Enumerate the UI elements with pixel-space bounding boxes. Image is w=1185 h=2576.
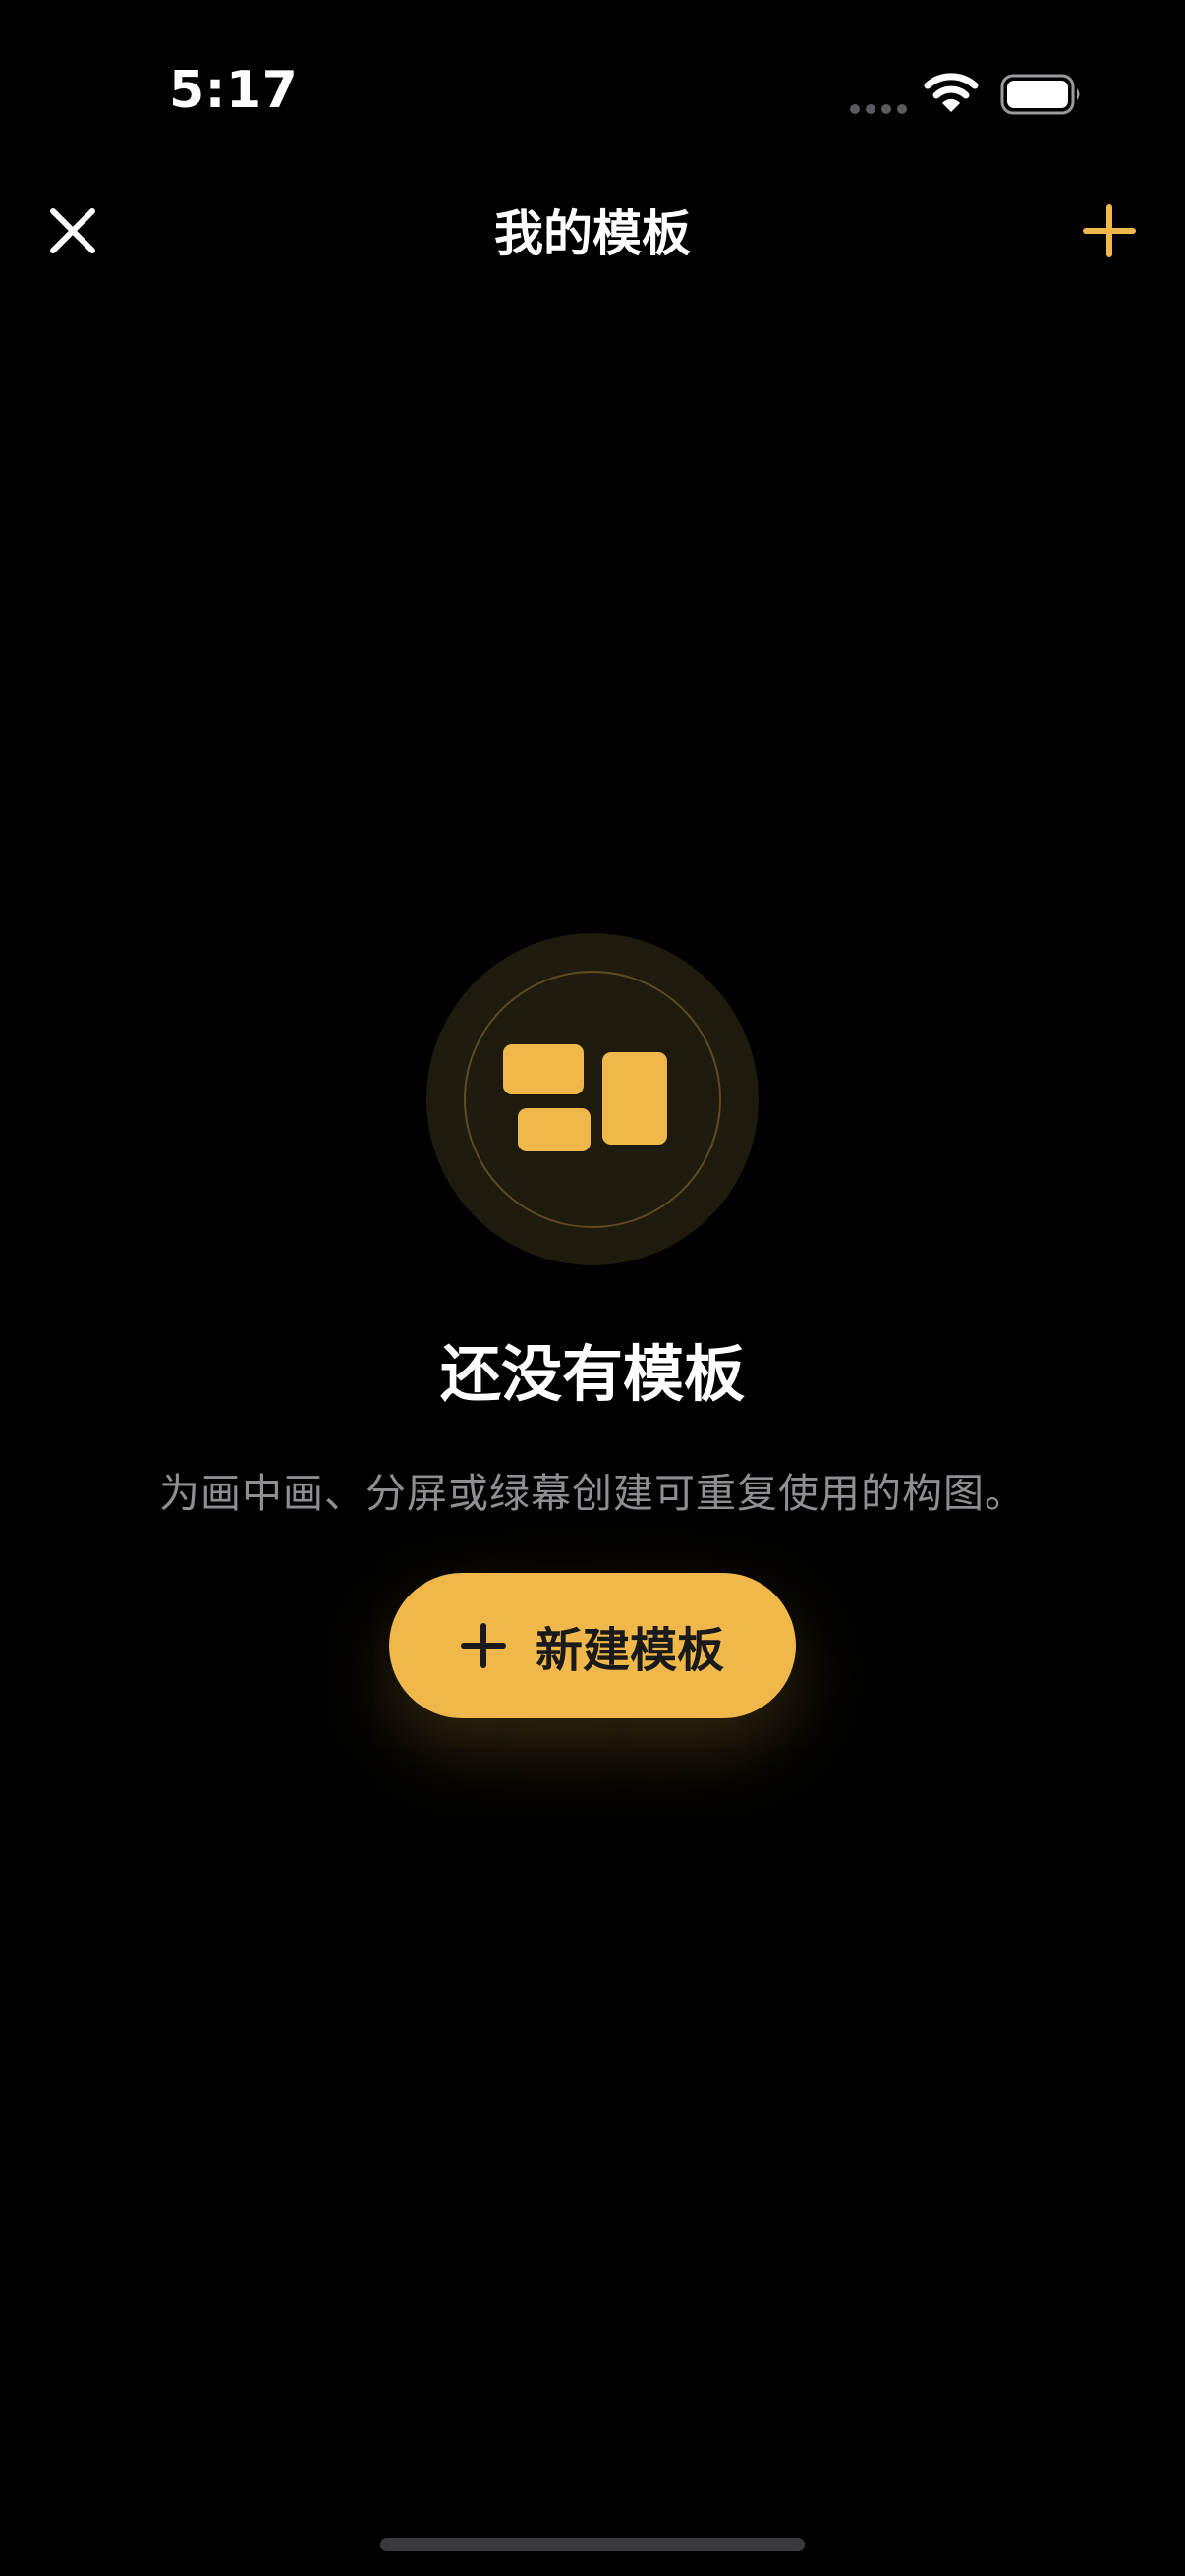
empty-state-title: 还没有模板 xyxy=(439,1338,745,1410)
empty-state-description: 为画中画、分屏或绿幕创建可重复使用的构图。 xyxy=(159,1470,1026,1517)
status-time: 5:17 xyxy=(169,61,299,120)
wifi-icon xyxy=(924,73,979,112)
status-bar: 5:17 xyxy=(0,0,1185,196)
empty-state-illustration xyxy=(426,933,759,1265)
page-title: 我的模板 xyxy=(494,205,691,262)
new-template-button-label: 新建模板 xyxy=(535,1623,724,1678)
layout-grid-icon xyxy=(503,1044,667,1151)
home-indicator[interactable] xyxy=(380,2538,805,2551)
plus-icon xyxy=(460,1623,506,1668)
new-template-button[interactable]: 新建模板 xyxy=(389,1573,796,1718)
signal-dots-icon xyxy=(850,104,907,114)
add-template-plus-icon[interactable] xyxy=(1075,196,1144,265)
battery-icon xyxy=(1000,74,1080,115)
